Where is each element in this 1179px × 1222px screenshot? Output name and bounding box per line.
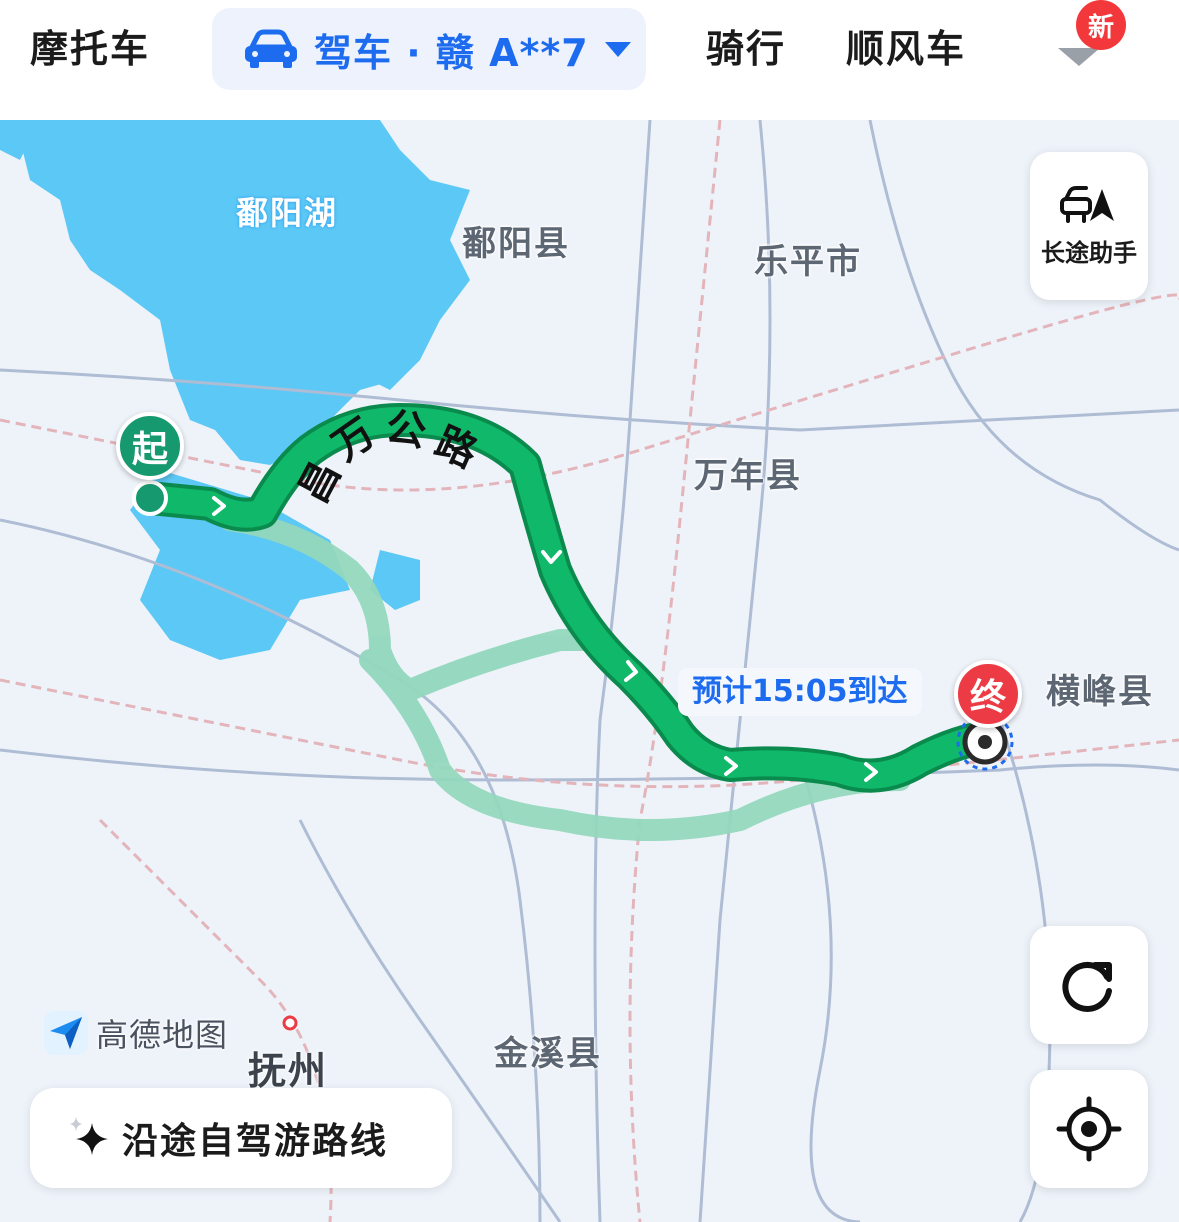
road-name-char: 公 xyxy=(382,403,430,457)
sparkle-icon xyxy=(70,1117,108,1155)
tour-route-label: 沿途自驾游路线 xyxy=(122,1121,389,1162)
drive-plate-label: 驾车 · 赣 A**7 xyxy=(314,30,589,75)
refresh-button[interactable] xyxy=(1030,926,1148,1044)
end-marker[interactable]: 终 xyxy=(954,660,1022,728)
tab-motorcycle[interactable]: 摩托车 xyxy=(30,22,150,76)
refresh-icon xyxy=(1062,961,1112,1012)
label-poyang-lake: 鄱阳湖 xyxy=(236,194,339,232)
locate-me-button[interactable] xyxy=(1030,1070,1148,1188)
chevron-down-icon xyxy=(604,42,631,57)
origin-dot xyxy=(132,480,168,516)
tab-drive[interactable]: 驾车 · 赣 A**7 xyxy=(212,8,646,90)
long-trip-assistant-label: 长途助手 xyxy=(1041,238,1137,267)
long-trip-assistant-button[interactable]: 长途助手 xyxy=(1030,152,1148,300)
label-leping: 乐平市 xyxy=(754,242,862,282)
eta-label: 预计15:05到达 xyxy=(678,668,922,716)
city-dot xyxy=(282,1015,298,1031)
amap-logo-text: 高德地图 xyxy=(96,1016,229,1054)
locate-icon xyxy=(1056,1096,1122,1162)
start-marker[interactable]: 起 xyxy=(116,412,184,480)
amap-logo: 高德地图 xyxy=(44,1010,228,1056)
tab-cycling[interactable]: 骑行 xyxy=(706,22,786,76)
label-hengfeng: 横峰县 xyxy=(1046,672,1154,712)
label-fuzhou: 抚州 xyxy=(248,1049,329,1093)
new-badge: 新 xyxy=(1076,0,1126,50)
transport-mode-bar: 摩托车 驾车 · 赣 A**7 骑行 顺风车 新 xyxy=(0,0,1179,120)
label-wannian: 万年县 xyxy=(694,456,802,496)
label-poyang-county: 鄱阳县 xyxy=(462,224,570,264)
tour-route-button[interactable]: 沿途自驾游路线 xyxy=(30,1088,452,1188)
label-jinxi: 金溪县 xyxy=(494,1034,602,1074)
route-map[interactable]: 鄱阳湖 鄱阳县 乐平市 万年县 横峰县 金溪县 抚州 昌 万 公 路 预计15:… xyxy=(0,120,1179,1222)
amap-logo-icon xyxy=(44,1011,88,1055)
route-assistant-icon xyxy=(1060,185,1114,223)
tab-carpool[interactable]: 顺风车 xyxy=(846,22,966,76)
car-icon xyxy=(245,29,297,68)
